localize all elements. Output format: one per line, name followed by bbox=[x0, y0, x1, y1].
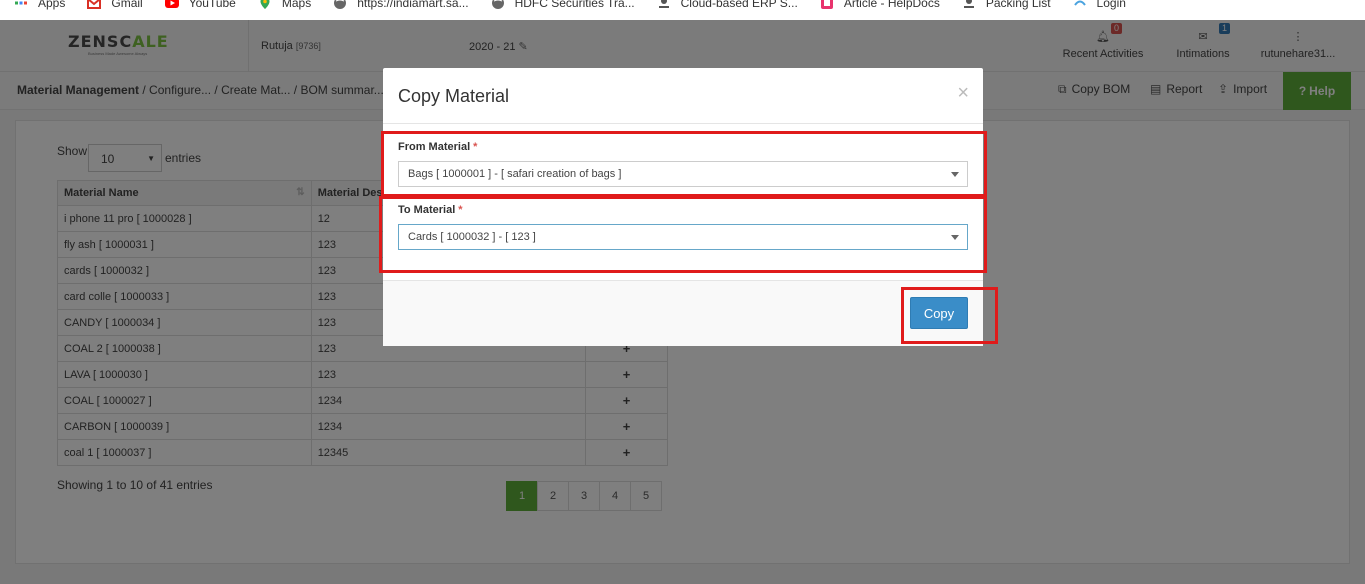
bookmark-label: Article - HelpDocs bbox=[843, 0, 940, 10]
highlight-copy-button bbox=[901, 287, 998, 344]
cloud-icon bbox=[658, 0, 669, 8]
bookmarks-bar: Apps Gmail YouTube Maps https://indiamar… bbox=[0, 0, 1365, 20]
modal-footer bbox=[383, 280, 983, 346]
bookmark-gmail[interactable]: Gmail bbox=[87, 0, 143, 13]
modal-title: Copy Material bbox=[398, 86, 510, 106]
bookmark-label: Cloud-based ERP S... bbox=[680, 0, 798, 10]
gmail-icon bbox=[87, 0, 102, 9]
bookmark-label: HDFC Securities Tra... bbox=[514, 0, 635, 10]
bookmark-hdfc[interactable]: HDFC Securities Tra... bbox=[491, 0, 635, 13]
maps-icon bbox=[260, 0, 270, 9]
bookmark-helpdocs[interactable]: Article - HelpDocs bbox=[820, 0, 940, 13]
bookmark-login[interactable]: Login bbox=[1073, 0, 1126, 13]
bookmark-packing-list[interactable]: Packing List bbox=[962, 0, 1051, 13]
bookmark-label: Packing List bbox=[985, 0, 1051, 10]
bookmark-label: Login bbox=[1096, 0, 1126, 10]
bookmark-maps[interactable]: Maps bbox=[258, 0, 311, 13]
close-icon[interactable]: × bbox=[957, 82, 969, 105]
highlight-to-material bbox=[379, 196, 987, 273]
bookmark-youtube[interactable]: YouTube bbox=[164, 0, 236, 13]
bookmark-label: YouTube bbox=[188, 0, 236, 10]
bookmark-apps[interactable]: Apps bbox=[14, 0, 65, 13]
bookmark-label: Maps bbox=[281, 0, 312, 10]
bookmark-label: Apps bbox=[38, 0, 66, 10]
highlight-from-material bbox=[381, 131, 987, 197]
bookmark-label: https://indiamart.sa... bbox=[357, 0, 469, 10]
packing-icon bbox=[963, 0, 974, 8]
bookmark-indiamart[interactable]: https://indiamart.sa... bbox=[333, 0, 469, 13]
globe-icon bbox=[491, 0, 504, 9]
helpdocs-icon bbox=[820, 0, 833, 9]
login-icon bbox=[1073, 0, 1086, 6]
youtube-icon bbox=[164, 0, 179, 8]
bookmark-cloud-erp[interactable]: Cloud-based ERP S... bbox=[657, 0, 798, 13]
globe-icon bbox=[334, 0, 347, 9]
apps-grid-icon bbox=[15, 1, 27, 5]
bookmark-label: Gmail bbox=[111, 0, 143, 10]
modal-header-divider bbox=[383, 123, 983, 124]
